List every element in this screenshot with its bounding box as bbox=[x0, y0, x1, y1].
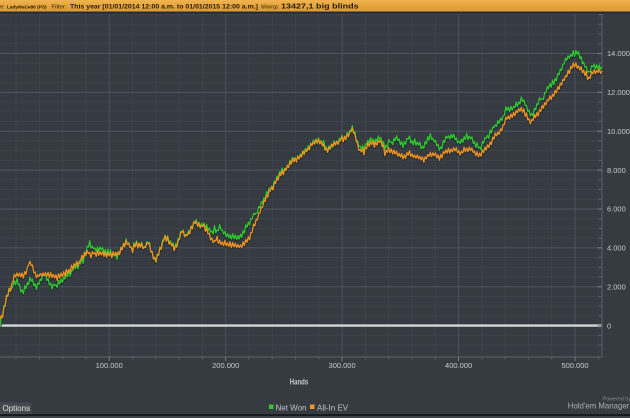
svg-text:2.000: 2.000 bbox=[607, 282, 626, 291]
svg-text:100.000: 100.000 bbox=[96, 361, 123, 370]
svg-text:200.000: 200.000 bbox=[212, 361, 239, 370]
svg-text:Winnings:: Winnings: bbox=[261, 4, 279, 10]
svg-text:13427,1 big blinds: 13427,1 big blinds bbox=[281, 1, 359, 10]
svg-text:8.000: 8.000 bbox=[607, 166, 626, 175]
svg-text:Filter:: Filter: bbox=[51, 4, 67, 10]
svg-text:4.000: 4.000 bbox=[607, 244, 626, 253]
svg-text:500.000: 500.000 bbox=[561, 361, 588, 370]
svg-text:er:: er: bbox=[0, 4, 5, 10]
svg-text:400.000: 400.000 bbox=[445, 361, 472, 370]
svg-text:LadyMaCe86 (PS): LadyMaCe86 (PS) bbox=[7, 4, 47, 10]
svg-text:12.000: 12.000 bbox=[607, 88, 630, 97]
svg-text:Options: Options bbox=[3, 404, 31, 413]
svg-text:This year [01/01/2014 12:00 a.: This year [01/01/2014 12:00 a.m. to 01/0… bbox=[70, 3, 258, 10]
svg-text:Hands: Hands bbox=[290, 377, 309, 386]
svg-text:10.000: 10.000 bbox=[607, 127, 630, 136]
svg-text:14.000: 14.000 bbox=[607, 49, 630, 58]
svg-text:6.000: 6.000 bbox=[607, 205, 626, 214]
svg-text:Net Won: Net Won bbox=[276, 403, 307, 412]
svg-text:All-In EV: All-In EV bbox=[317, 403, 349, 412]
svg-text:0: 0 bbox=[607, 321, 611, 330]
svg-text:300.000: 300.000 bbox=[329, 361, 356, 370]
svg-text:Hold'em Manager: Hold'em Manager bbox=[568, 401, 630, 411]
